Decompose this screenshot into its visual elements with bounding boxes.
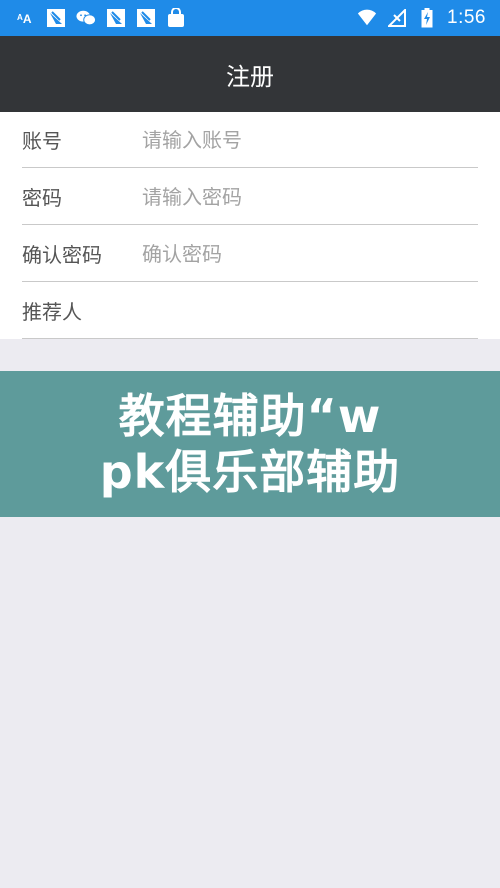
banner-line-2: pk俱乐部辅助 [99, 445, 401, 499]
password-input[interactable] [142, 176, 478, 217]
page-title: 注册 [226, 62, 274, 91]
font-a-icon: ᴬA [16, 8, 36, 28]
battery-charging-icon [417, 8, 437, 28]
notification-icons: ᴬA [16, 8, 186, 28]
system-icons: 1:56 [357, 7, 486, 29]
referrer-label: 推荐人 [22, 300, 82, 324]
referrer-input[interactable] [142, 290, 478, 331]
registration-form: 账号 密码 确认密码 推荐人 [0, 112, 500, 339]
wifi-icon [357, 8, 377, 28]
wechat-icon [76, 8, 96, 28]
app-bar: 注册 [0, 36, 500, 112]
svg-text:ᴬA: ᴬA [17, 12, 32, 25]
shopping-bag-icon [166, 8, 186, 28]
overlay-banner: 教程辅助“w pk俱乐部辅助 [0, 371, 500, 517]
clock-time: 1:56 [447, 7, 486, 28]
confirm-password-input[interactable] [142, 233, 478, 274]
image-notification-icon-3 [136, 8, 156, 28]
password-label: 密码 [22, 186, 62, 210]
password-row: 密码 [22, 169, 478, 225]
image-notification-icon-2 [106, 8, 126, 28]
referrer-row: 推荐人 [22, 283, 478, 339]
account-input[interactable] [142, 119, 478, 160]
no-signal-icon [387, 8, 407, 28]
confirm-password-label: 确认密码 [22, 243, 102, 267]
account-label: 账号 [22, 129, 62, 153]
confirm-password-row: 确认密码 [22, 226, 478, 282]
image-notification-icon [46, 8, 66, 28]
account-row: 账号 [22, 112, 478, 168]
status-bar: ᴬA 1:56 [0, 0, 500, 36]
banner-line-1: 教程辅助“w [118, 389, 382, 443]
